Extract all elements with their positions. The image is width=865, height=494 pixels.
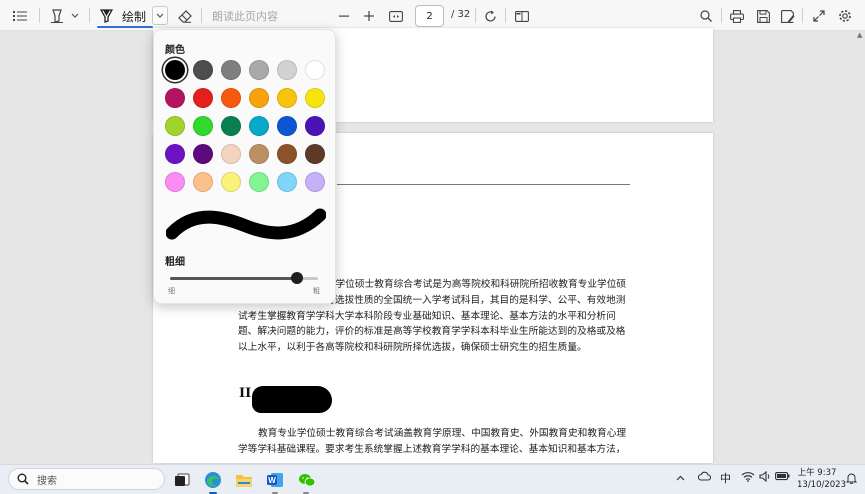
color-swatch-11[interactable] bbox=[277, 88, 297, 108]
thin-label: 细 bbox=[168, 287, 175, 295]
draw-icon bbox=[100, 9, 113, 23]
color-swatch-12[interactable] bbox=[305, 88, 325, 108]
color-swatch-27[interactable] bbox=[221, 172, 241, 192]
color-swatch-2[interactable] bbox=[193, 60, 213, 80]
windows-taskbar: 搜索 W 中 上午 9:37 13/10/2023 bbox=[0, 464, 865, 494]
color-swatch-10[interactable] bbox=[249, 88, 269, 108]
save-icon[interactable] bbox=[754, 5, 772, 27]
read-aloud-button[interactable]: 朗读此页内容 bbox=[212, 5, 278, 27]
save-as-icon[interactable] bbox=[779, 5, 797, 27]
color-swatch-23[interactable] bbox=[277, 144, 297, 164]
rotate-icon[interactable] bbox=[481, 5, 499, 27]
show-hidden-icons-chevron-up-icon[interactable] bbox=[676, 471, 685, 484]
app-toolbar: 绘制 朗读此页内容 2 / 32 bbox=[0, 0, 865, 31]
page-number-input[interactable]: 2 bbox=[415, 5, 444, 27]
search-icon bbox=[17, 470, 29, 489]
draw-options-chevron-down-icon[interactable] bbox=[152, 6, 168, 25]
task-view-icon[interactable] bbox=[171, 469, 193, 491]
toolbar-separator bbox=[89, 8, 90, 23]
contents-list-icon[interactable] bbox=[9, 5, 31, 27]
thickness-section-title: 粗细 bbox=[165, 257, 185, 268]
page-total: / 32 bbox=[451, 9, 471, 20]
print-icon[interactable] bbox=[728, 5, 746, 27]
section-heading: II bbox=[239, 386, 252, 401]
color-swatch-9[interactable] bbox=[221, 88, 241, 108]
color-swatch-15[interactable] bbox=[221, 116, 241, 136]
color-swatch-28[interactable] bbox=[249, 172, 269, 192]
thickness-slider[interactable] bbox=[170, 270, 318, 286]
search-placeholder: 搜索 bbox=[37, 475, 57, 487]
highlight-icon[interactable] bbox=[48, 5, 66, 27]
stroke-preview bbox=[166, 208, 326, 240]
battery-icon[interactable] bbox=[775, 471, 790, 484]
color-swatch-20[interactable] bbox=[193, 144, 213, 164]
draw-options-popup: 颜色 粗细 细 粗 bbox=[153, 29, 336, 304]
color-swatch-29[interactable] bbox=[277, 172, 297, 192]
color-swatch-5[interactable] bbox=[277, 60, 297, 80]
toolbar-separator bbox=[721, 8, 722, 23]
thickness-slider-thumb[interactable] bbox=[291, 272, 304, 284]
color-swatch-grid bbox=[165, 60, 330, 192]
gear-icon[interactable] bbox=[836, 5, 854, 27]
color-swatch-22[interactable] bbox=[249, 144, 269, 164]
color-swatch-30[interactable] bbox=[305, 172, 325, 192]
color-swatch-26[interactable] bbox=[193, 172, 213, 192]
color-swatch-7[interactable] bbox=[165, 88, 185, 108]
search-icon[interactable] bbox=[697, 5, 715, 27]
color-swatch-6[interactable] bbox=[305, 60, 325, 80]
color-swatch-14[interactable] bbox=[193, 116, 213, 136]
svg-text:W: W bbox=[268, 476, 276, 485]
thickness-slider-fill bbox=[170, 277, 298, 280]
clock-time: 上午 9:37 bbox=[797, 468, 837, 478]
thick-label: 粗 bbox=[313, 287, 320, 295]
draw-button[interactable]: 绘制 bbox=[100, 5, 148, 27]
file-explorer-icon[interactable] bbox=[233, 469, 255, 491]
page-header-rule bbox=[337, 184, 630, 185]
toolbar-separator bbox=[201, 8, 202, 23]
color-swatch-24[interactable] bbox=[305, 144, 325, 164]
redaction-mark bbox=[252, 386, 332, 413]
color-swatch-16[interactable] bbox=[249, 116, 269, 136]
zoom-out-icon[interactable] bbox=[336, 5, 352, 27]
toolbar-separator bbox=[475, 8, 476, 23]
color-swatch-17[interactable] bbox=[277, 116, 297, 136]
color-swatch-8[interactable] bbox=[193, 88, 213, 108]
taskbar-search-box[interactable]: 搜索 bbox=[8, 468, 165, 490]
draw-active-indicator bbox=[97, 26, 153, 28]
toolbar-separator bbox=[39, 8, 40, 23]
color-swatch-13[interactable] bbox=[165, 116, 185, 136]
color-swatch-25[interactable] bbox=[165, 172, 185, 192]
cloud-icon[interactable] bbox=[697, 471, 712, 484]
toolbar-separator bbox=[505, 8, 506, 23]
wifi-icon[interactable] bbox=[741, 471, 755, 485]
body-paragraph-2: 教育专业学位硕士教育综合考试涵盖教育学原理、中国教育史、外国教育史和教育心理学等… bbox=[238, 428, 627, 455]
highlight-chevron-down-icon[interactable] bbox=[68, 5, 82, 27]
fit-page-icon[interactable] bbox=[386, 5, 406, 27]
word-icon[interactable]: W bbox=[264, 469, 286, 491]
color-swatch-18[interactable] bbox=[305, 116, 325, 136]
page-view-icon[interactable] bbox=[513, 5, 531, 27]
eraser-icon[interactable] bbox=[176, 5, 194, 27]
taskbar-clock[interactable]: 上午 9:37 13/10/2023 bbox=[797, 467, 846, 491]
ime-indicator[interactable]: 中 bbox=[720, 470, 731, 486]
edge-browser-icon[interactable] bbox=[202, 469, 224, 491]
color-swatch-21[interactable] bbox=[221, 144, 241, 164]
wechat-icon[interactable] bbox=[296, 469, 318, 491]
expand-icon[interactable] bbox=[810, 5, 828, 27]
scroll-up-arrow-icon[interactable]: ▲ bbox=[857, 31, 862, 39]
zoom-in-icon[interactable] bbox=[361, 5, 377, 27]
volume-icon[interactable] bbox=[759, 470, 772, 485]
toolbar-separator bbox=[802, 8, 803, 23]
color-swatch-3[interactable] bbox=[221, 60, 241, 80]
notifications-icon[interactable] bbox=[845, 472, 858, 487]
color-swatch-1[interactable] bbox=[165, 60, 185, 80]
color-swatch-4[interactable] bbox=[249, 60, 269, 80]
clock-date: 13/10/2023 bbox=[797, 480, 846, 490]
color-section-title: 颜色 bbox=[165, 45, 185, 56]
draw-label: 绘制 bbox=[122, 9, 147, 24]
color-swatch-19[interactable] bbox=[165, 144, 185, 164]
read-aloud-label: 朗读此页内容 bbox=[212, 10, 278, 23]
